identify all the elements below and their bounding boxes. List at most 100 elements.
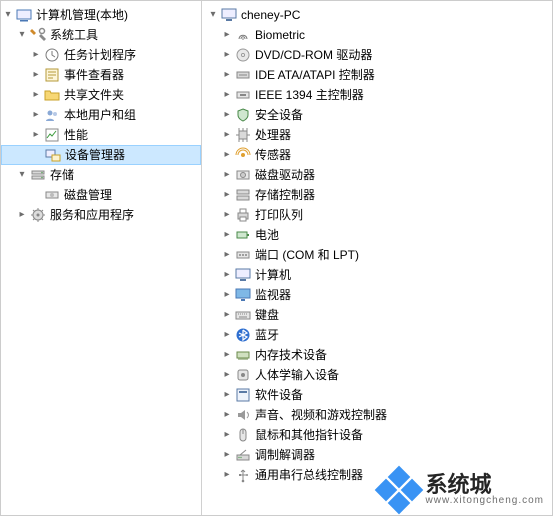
device-category[interactable]: ▸ DVD/CD-ROM 驱动器 [202, 45, 552, 65]
clock-icon [44, 47, 60, 63]
node-services-apps[interactable]: ▸ 服务和应用程序 [1, 205, 201, 225]
chevron-right-icon[interactable]: ▸ [220, 245, 234, 265]
device-category[interactable]: ▸内存技术设备 [202, 345, 552, 365]
device-tree-pane: ▾ cheney-PC ▸Biometric▸DVD/CD-ROM 驱动器▸ID… [202, 1, 552, 515]
ide-icon [235, 67, 251, 83]
device-category-label: 蓝牙 [254, 325, 279, 345]
device-category[interactable]: ▸Biometric [202, 25, 552, 45]
chevron-right-icon[interactable]: ▸ [220, 425, 234, 445]
device-category[interactable]: ▸ 磁盘驱动器 [202, 165, 552, 185]
chevron-right-icon[interactable]: ▸ [220, 405, 234, 425]
chevron-right-icon[interactable]: ▸ [220, 465, 234, 485]
device-category[interactable]: ▸ 调制解调器 [202, 445, 552, 465]
node-storage[interactable]: ▾ 存储 [1, 165, 201, 185]
chevron-right-icon[interactable]: ▸ [220, 285, 234, 305]
device-category-label: DVD/CD-ROM 驱动器 [254, 45, 372, 65]
device-category[interactable]: ▸处理器 [202, 125, 552, 145]
keyboard-icon [235, 307, 251, 323]
device-category[interactable]: ▸软件设备 [202, 385, 552, 405]
port-icon [235, 247, 251, 263]
chevron-down-icon[interactable]: ▾ [15, 25, 29, 45]
device-category-label: 调制解调器 [254, 445, 315, 465]
chevron-right-icon[interactable]: ▸ [220, 365, 234, 385]
device-category-label: 电池 [254, 225, 279, 245]
chevron-down-icon[interactable]: ▾ [15, 165, 29, 185]
chevron-right-icon[interactable]: ▸ [220, 265, 234, 285]
chevron-right-icon[interactable]: ▸ [220, 225, 234, 245]
device-category-label: 安全设备 [254, 105, 303, 125]
chevron-right-icon[interactable]: ▸ [220, 185, 234, 205]
mouse-icon [235, 427, 251, 443]
device-category[interactable]: ▸鼠标和其他指针设备 [202, 425, 552, 445]
chevron-right-icon[interactable]: ▸ [220, 165, 234, 185]
node-system-tools[interactable]: ▾ 系统工具 [1, 25, 201, 45]
device-category[interactable]: ▸ 安全设备 [202, 105, 552, 125]
device-category[interactable]: ▸传感器 [202, 145, 552, 165]
node-local-users[interactable]: ▸ 本地用户和组 [1, 105, 201, 125]
device-category[interactable]: ▸ 键盘 [202, 305, 552, 325]
node-performance[interactable]: ▸ 性能 [1, 125, 201, 145]
device-category[interactable]: ▸ 人体学输入设备 [202, 365, 552, 385]
device-category[interactable]: ▸ 电池 [202, 225, 552, 245]
chevron-right-icon[interactable]: ▸ [29, 65, 43, 85]
label: 系统工具 [49, 25, 98, 45]
device-category[interactable]: ▸打印队列 [202, 205, 552, 225]
performance-icon [44, 127, 60, 143]
chevron-right-icon[interactable]: ▸ [220, 385, 234, 405]
device-category[interactable]: ▸声音、视频和游戏控制器 [202, 405, 552, 425]
device-category-label: 人体学输入设备 [254, 365, 339, 385]
node-shared-folders[interactable]: ▸ 共享文件夹 [1, 85, 201, 105]
print-icon [235, 207, 251, 223]
memory-icon [235, 347, 251, 363]
device-category[interactable]: ▸ 存储控制器 [202, 185, 552, 205]
chevron-right-icon[interactable]: ▸ [15, 205, 29, 225]
node-computer-root[interactable]: ▾ cheney-PC [202, 5, 552, 25]
device-category[interactable]: ▸ 计算机 [202, 265, 552, 285]
chevron-right-icon[interactable]: ▸ [220, 325, 234, 345]
device-category-label: IEEE 1394 主控制器 [254, 85, 364, 105]
chevron-right-icon[interactable]: ▸ [220, 125, 234, 145]
chevron-down-icon[interactable]: ▾ [206, 5, 220, 25]
device-category[interactable]: ▸ 蓝牙 [202, 325, 552, 345]
device-category-label: 存储控制器 [254, 185, 315, 205]
device-category[interactable]: ▸IDE ATA/ATAPI 控制器 [202, 65, 552, 85]
chevron-right-icon[interactable]: ▸ [220, 65, 234, 85]
chevron-right-icon[interactable]: ▸ [29, 45, 43, 65]
device-category[interactable]: ▸ IEEE 1394 主控制器 [202, 85, 552, 105]
chevron-right-icon[interactable]: ▸ [220, 45, 234, 65]
device-category-label: 通用串行总线控制器 [254, 465, 363, 485]
chevron-right-icon[interactable]: ▸ [220, 85, 234, 105]
usb-icon [235, 467, 251, 483]
label: 本地用户和组 [63, 105, 136, 125]
label: 存储 [49, 165, 74, 185]
device-category-label: 键盘 [254, 305, 279, 325]
disk-mgmt-icon [44, 187, 60, 203]
device-category[interactable]: ▸监视器 [202, 285, 552, 305]
chevron-right-icon[interactable]: ▸ [29, 105, 43, 125]
chevron-right-icon[interactable]: ▸ [220, 305, 234, 325]
device-category-label: 磁盘驱动器 [254, 165, 315, 185]
label: 磁盘管理 [63, 185, 112, 205]
storage-ctrl-icon [235, 187, 251, 203]
chevron-right-icon[interactable]: ▸ [29, 125, 43, 145]
chevron-down-icon[interactable]: ▾ [1, 5, 15, 25]
node-disk-management[interactable]: ▸ 磁盘管理 [1, 185, 201, 205]
sound-icon [235, 407, 251, 423]
ieee-icon [235, 87, 251, 103]
watermark-logo-icon [378, 469, 420, 511]
chevron-right-icon[interactable]: ▸ [220, 25, 234, 45]
chevron-right-icon[interactable]: ▸ [220, 105, 234, 125]
chevron-right-icon[interactable]: ▸ [220, 205, 234, 225]
device-category[interactable]: ▸端口 (COM 和 LPT) [202, 245, 552, 265]
node-device-manager[interactable]: ▸ 设备管理器 [1, 145, 201, 165]
chevron-right-icon[interactable]: ▸ [220, 345, 234, 365]
node-event-viewer[interactable]: ▸ 事件查看器 [1, 65, 201, 85]
chevron-right-icon[interactable]: ▸ [220, 145, 234, 165]
chevron-right-icon[interactable]: ▸ [220, 445, 234, 465]
chevron-right-icon[interactable]: ▸ [29, 85, 43, 105]
label: 事件查看器 [63, 65, 124, 85]
device-category-label: 计算机 [254, 265, 291, 285]
node-task-scheduler[interactable]: ▸ 任务计划程序 [1, 45, 201, 65]
node-computer-management[interactable]: ▾ 计算机管理(本地) [1, 5, 201, 25]
hid-icon [235, 367, 251, 383]
